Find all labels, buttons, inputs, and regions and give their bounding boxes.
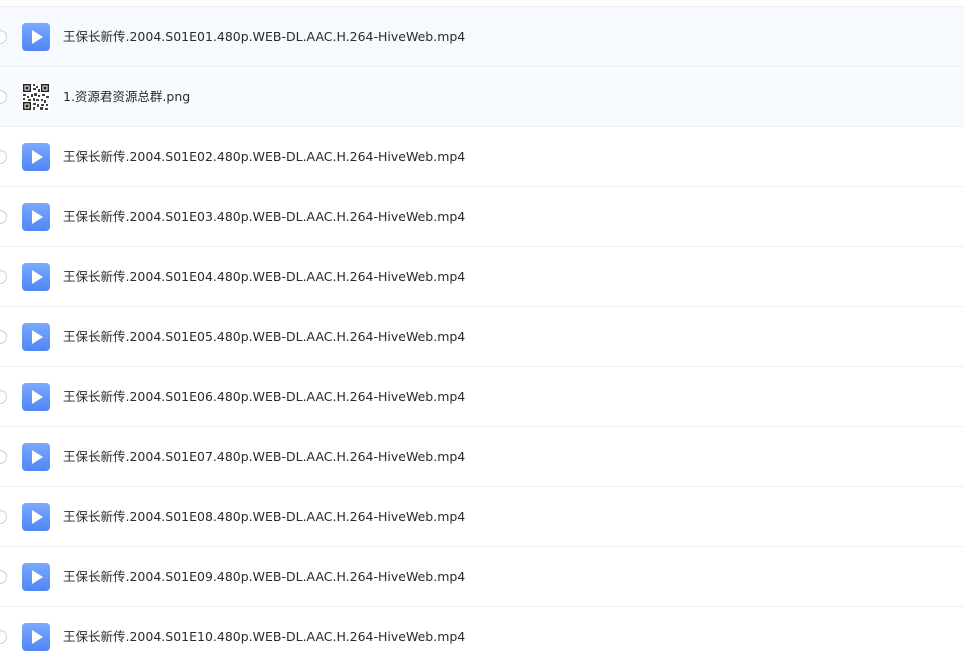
row-checkbox[interactable]	[0, 330, 7, 344]
file-name[interactable]: 王保长新传.2004.S01E02.480p.WEB-DL.AAC.H.264-…	[63, 148, 465, 166]
file-name[interactable]: 王保长新传.2004.S01E06.480p.WEB-DL.AAC.H.264-…	[63, 388, 465, 406]
file-name[interactable]: 王保长新传.2004.S01E04.480p.WEB-DL.AAC.H.264-…	[63, 268, 465, 286]
row-checkbox[interactable]	[0, 270, 7, 284]
file-row-7[interactable]: 王保长新传.2004.S01E06.480p.WEB-DL.AAC.H.264-…	[0, 367, 964, 427]
file-row-3[interactable]: 王保长新传.2004.S01E02.480p.WEB-DL.AAC.H.264-…	[0, 127, 964, 187]
video-file-icon	[22, 203, 50, 231]
file-row-4[interactable]: 王保长新传.2004.S01E03.480p.WEB-DL.AAC.H.264-…	[0, 187, 964, 247]
file-row-5[interactable]: 王保长新传.2004.S01E04.480p.WEB-DL.AAC.H.264-…	[0, 247, 964, 307]
row-checkbox[interactable]	[0, 210, 7, 224]
row-checkbox[interactable]	[0, 90, 7, 104]
file-name[interactable]: 王保长新传.2004.S01E01.480p.WEB-DL.AAC.H.264-…	[63, 28, 465, 46]
row-checkbox[interactable]	[0, 510, 7, 524]
row-checkbox[interactable]	[0, 150, 7, 164]
video-file-icon	[22, 623, 50, 651]
video-file-icon	[22, 143, 50, 171]
file-row-1[interactable]: 王保长新传.2004.S01E01.480p.WEB-DL.AAC.H.264-…	[0, 7, 964, 67]
file-row-8[interactable]: 王保长新传.2004.S01E07.480p.WEB-DL.AAC.H.264-…	[0, 427, 964, 487]
file-row-2[interactable]: 1.资源君资源总群.png	[0, 67, 964, 127]
file-name[interactable]: 王保长新传.2004.S01E07.480p.WEB-DL.AAC.H.264-…	[63, 448, 465, 466]
video-file-icon	[22, 23, 50, 51]
row-checkbox[interactable]	[0, 390, 7, 404]
file-row-11[interactable]: 王保长新传.2004.S01E10.480p.WEB-DL.AAC.H.264-…	[0, 607, 964, 651]
qr-code-image-icon	[22, 83, 50, 111]
video-file-icon	[22, 323, 50, 351]
row-checkbox[interactable]	[0, 570, 7, 584]
row-checkbox[interactable]	[0, 30, 7, 44]
row-checkbox[interactable]	[0, 450, 7, 464]
row-checkbox[interactable]	[0, 630, 7, 644]
file-row-9[interactable]: 王保长新传.2004.S01E08.480p.WEB-DL.AAC.H.264-…	[0, 487, 964, 547]
file-list: 王保长新传.2004.S01E01.480p.WEB-DL.AAC.H.264-…	[0, 0, 964, 651]
video-file-icon	[22, 443, 50, 471]
video-file-icon	[22, 383, 50, 411]
file-name[interactable]: 王保长新传.2004.S01E05.480p.WEB-DL.AAC.H.264-…	[63, 328, 465, 346]
video-file-icon	[22, 563, 50, 591]
file-name[interactable]: 王保长新传.2004.S01E10.480p.WEB-DL.AAC.H.264-…	[63, 628, 465, 646]
video-file-icon	[22, 503, 50, 531]
file-row-10[interactable]: 王保长新传.2004.S01E09.480p.WEB-DL.AAC.H.264-…	[0, 547, 964, 607]
file-name[interactable]: 王保长新传.2004.S01E08.480p.WEB-DL.AAC.H.264-…	[63, 508, 465, 526]
video-file-icon	[22, 263, 50, 291]
file-name[interactable]: 1.资源君资源总群.png	[63, 88, 190, 106]
file-name[interactable]: 王保长新传.2004.S01E03.480p.WEB-DL.AAC.H.264-…	[63, 208, 465, 226]
file-name[interactable]: 王保长新传.2004.S01E09.480p.WEB-DL.AAC.H.264-…	[63, 568, 465, 586]
file-row-6[interactable]: 王保长新传.2004.S01E05.480p.WEB-DL.AAC.H.264-…	[0, 307, 964, 367]
